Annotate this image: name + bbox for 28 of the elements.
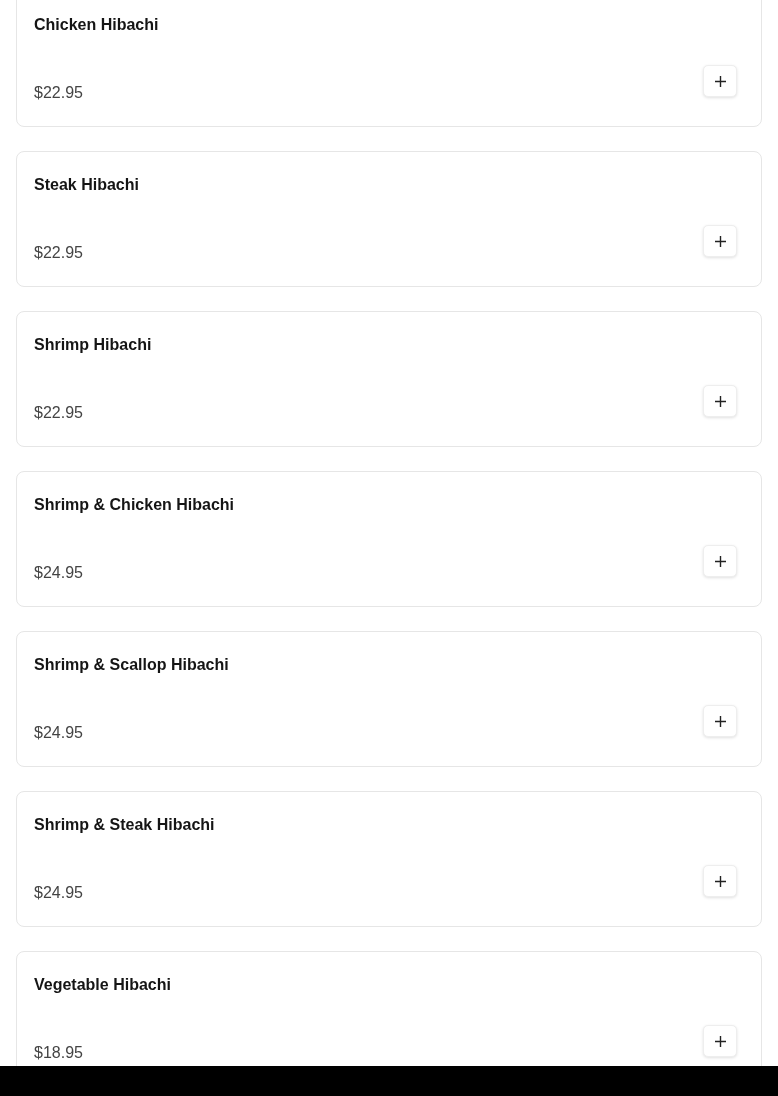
add-button[interactable]: [703, 545, 737, 577]
plus-icon: [714, 235, 726, 247]
add-button[interactable]: [703, 705, 737, 737]
add-button[interactable]: [703, 225, 737, 257]
item-name: Shrimp & Scallop Hibachi: [34, 655, 230, 675]
add-button[interactable]: [703, 65, 737, 97]
item-price: $22.95: [34, 243, 83, 263]
plus-icon: [714, 555, 726, 567]
item-price: $24.95: [34, 563, 83, 583]
item-name: Shrimp & Steak Hibachi: [34, 815, 216, 835]
item-price: $22.95: [34, 83, 83, 103]
add-button[interactable]: [703, 1025, 737, 1057]
plus-icon: [714, 1035, 726, 1047]
add-button[interactable]: [703, 865, 737, 897]
item-name: Chicken Hibachi: [34, 15, 160, 35]
plus-icon: [714, 75, 726, 87]
item-name: Shrimp & Chicken Hibachi: [34, 495, 236, 515]
plus-icon: [714, 875, 726, 887]
item-price: $24.95: [34, 883, 83, 903]
add-button[interactable]: [703, 385, 737, 417]
plus-icon: [714, 715, 726, 727]
item-price: $18.95: [34, 1043, 83, 1063]
item-price: $22.95: [34, 403, 83, 423]
item-price: $24.95: [34, 723, 83, 743]
item-name: Shrimp Hibachi: [34, 335, 153, 355]
plus-icon: [714, 395, 726, 407]
item-name: Vegetable Hibachi: [34, 975, 172, 995]
item-name: Steak Hibachi: [34, 175, 140, 195]
